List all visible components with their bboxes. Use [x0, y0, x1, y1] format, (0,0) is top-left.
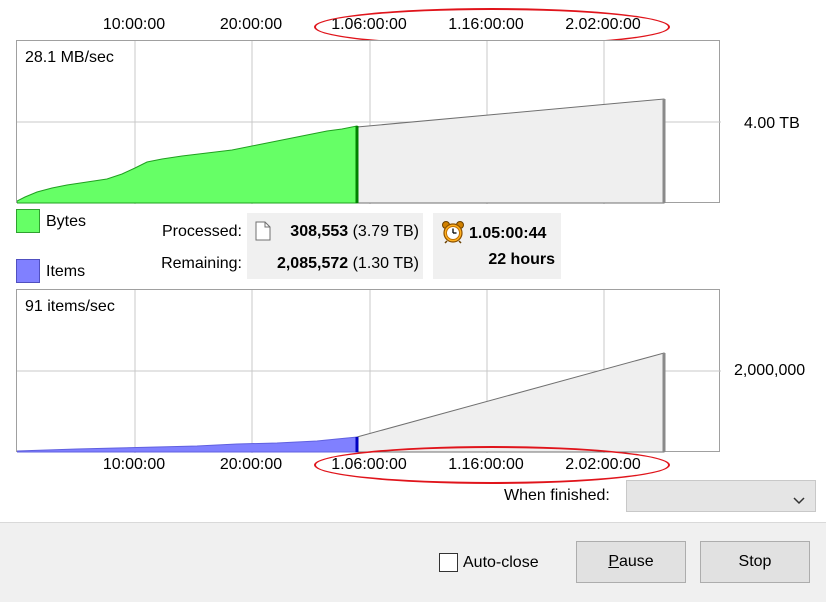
bytes-graph-svg	[17, 41, 721, 204]
items-scale-label: 2,000,000	[734, 362, 806, 379]
bottom-tick-5: 2.02:00:00	[565, 456, 641, 473]
top-tick-1: 10:00:00	[102, 16, 166, 33]
items-rate: 91 items/sec	[25, 298, 115, 315]
items-projected-area	[356, 352, 665, 453]
document-icon	[255, 221, 271, 246]
when-finished-select[interactable]	[626, 480, 816, 512]
bottom-tick-1: 10:00:00	[102, 456, 166, 473]
stop-button[interactable]: Stop	[700, 541, 810, 583]
bytes-processed-area	[17, 125, 358, 204]
bytes-rate: 28.1 MB/sec	[25, 49, 114, 66]
bottom-tick-2: 20:00:00	[219, 456, 283, 473]
bytes-projected-area	[356, 98, 665, 204]
dialog-footer: Auto-close Pause Stop	[0, 522, 826, 602]
stats-time-panel: 1.05:00:44 22 hours	[433, 213, 561, 279]
top-tick-3: 1.06:00:00	[331, 16, 407, 33]
top-tick-2: 20:00:00	[219, 16, 283, 33]
bytes-scale-label: 4.00 TB	[744, 115, 800, 132]
stats-count-panel: 308,553 (3.79 TB) 2,085,572 (1.30 TB)	[247, 213, 423, 279]
pause-label-rest: ause	[618, 553, 654, 570]
items-processed-area	[17, 436, 358, 453]
processed-size: (3.79 TB)	[352, 223, 419, 240]
alarm-clock-icon	[441, 220, 465, 249]
items-graph: 91 items/sec	[16, 289, 721, 453]
bytes-legend-swatch	[16, 209, 40, 233]
elapsed-time: 1.05:00:44	[469, 225, 547, 242]
pause-mnemonic: P	[608, 553, 619, 570]
bottom-tick-4: 1.16:00:00	[448, 456, 524, 473]
auto-close-label[interactable]: Auto-close	[463, 554, 539, 572]
bytes-legend-label: Bytes	[46, 213, 87, 230]
items-legend-label: Items	[46, 263, 86, 280]
processed-value: 308,553 (3.79 TB)	[290, 223, 419, 241]
when-finished-label: When finished:	[504, 487, 610, 504]
items-legend-swatch	[16, 259, 40, 283]
top-tick-5: 2.02:00:00	[565, 16, 641, 33]
processed-label: Processed:	[161, 223, 242, 240]
top-tick-4: 1.16:00:00	[448, 16, 524, 33]
processed-count: 308,553	[290, 223, 349, 240]
remaining-label: Remaining:	[161, 255, 242, 272]
bytes-graph: 28.1 MB/sec	[16, 40, 721, 204]
chevron-down-icon	[793, 492, 805, 510]
remaining-count: 2,085,572	[276, 255, 349, 272]
pause-button[interactable]: Pause	[576, 541, 686, 583]
items-graph-svg	[17, 290, 721, 453]
bottom-tick-3: 1.06:00:00	[331, 456, 407, 473]
auto-close-checkbox[interactable]	[439, 553, 458, 572]
remaining-time: 22 hours	[488, 251, 555, 268]
remaining-size: (1.30 TB)	[352, 255, 419, 272]
remaining-value: 2,085,572 (1.30 TB)	[277, 255, 419, 273]
